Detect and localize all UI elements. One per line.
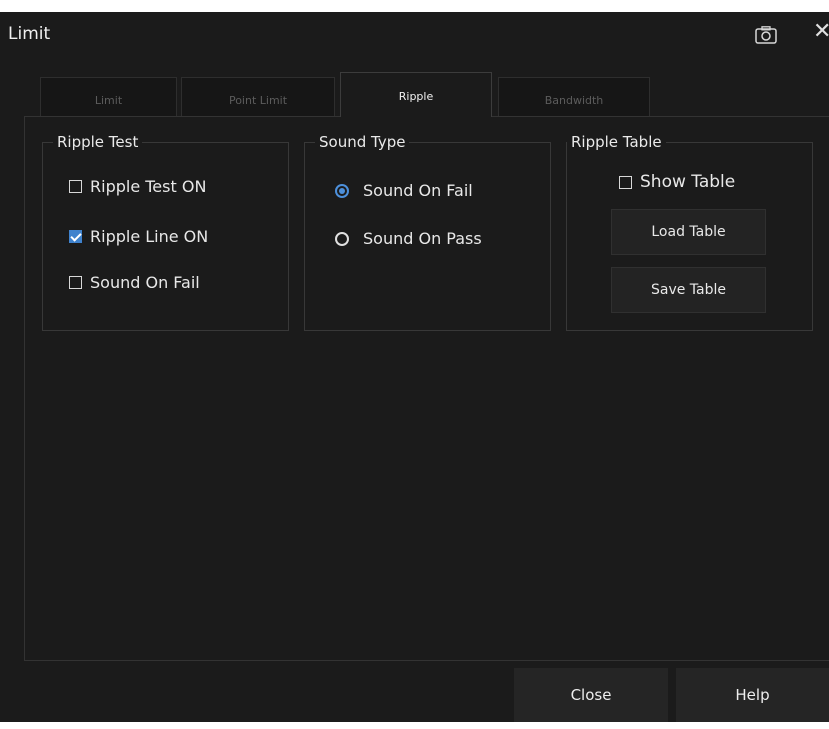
- limit-dialog: Limit ✕ Limit Point Limit Ripple Bandwid…: [0, 12, 829, 722]
- tab-label: Bandwidth: [544, 94, 604, 107]
- checkbox-label: Sound On Fail: [90, 273, 200, 292]
- title-bar: Limit ✕: [0, 12, 829, 58]
- button-label: Save Table: [650, 282, 727, 298]
- ripple-test-group: Ripple Test Ripple Test ON Ripple Line O…: [42, 132, 289, 331]
- radio-label: Sound On Fail: [363, 181, 473, 200]
- window-title: Limit: [8, 24, 51, 44]
- checkbox-box[interactable]: [69, 276, 82, 289]
- button-label: Help: [735, 686, 770, 704]
- sound-type-group: Sound Type Sound On Fail Sound On Pass: [304, 132, 551, 331]
- tab-ripple[interactable]: Ripple: [340, 72, 492, 117]
- checkbox-label: Ripple Line ON: [90, 227, 209, 246]
- checkbox-box[interactable]: [69, 230, 82, 243]
- tab-label: Ripple: [398, 90, 434, 103]
- group-title: Ripple Test: [53, 132, 143, 152]
- load-table-button[interactable]: Load Table: [611, 209, 766, 255]
- radio-button[interactable]: [335, 231, 349, 246]
- ripple-line-on-checkbox[interactable]: Ripple Line ON: [69, 227, 208, 246]
- button-label: Close: [570, 686, 612, 704]
- tab-label: Limit: [94, 94, 123, 107]
- close-button[interactable]: Close: [514, 668, 668, 722]
- close-icon[interactable]: ✕: [813, 21, 829, 43]
- ripple-test-on-checkbox[interactable]: Ripple Test ON: [69, 177, 206, 196]
- checkbox-label: Show Table: [640, 172, 736, 192]
- group-title: Sound Type: [315, 132, 410, 152]
- sound-on-fail-radio[interactable]: Sound On Fail: [335, 181, 473, 200]
- group-title: Ripple Table: [567, 132, 666, 152]
- camera-icon[interactable]: [755, 26, 777, 44]
- save-table-button[interactable]: Save Table: [611, 267, 766, 313]
- button-label: Load Table: [651, 224, 726, 240]
- radio-label: Sound On Pass: [363, 229, 482, 248]
- help-button[interactable]: Help: [676, 668, 829, 722]
- tab-bandwidth[interactable]: Bandwidth: [498, 77, 650, 116]
- radio-button[interactable]: [335, 183, 349, 198]
- checkbox-box[interactable]: [69, 180, 82, 193]
- checkbox-box[interactable]: [619, 175, 632, 189]
- ripple-table-group: Ripple Table Show Table Load Table Save …: [566, 132, 813, 331]
- tab-label: Point Limit: [228, 94, 288, 107]
- show-table-checkbox[interactable]: Show Table: [619, 172, 735, 192]
- tab-point-limit[interactable]: Point Limit: [181, 77, 335, 116]
- sound-on-pass-radio[interactable]: Sound On Pass: [335, 229, 482, 248]
- tab-limit[interactable]: Limit: [40, 77, 177, 116]
- sound-on-fail-checkbox[interactable]: Sound On Fail: [69, 273, 200, 292]
- checkbox-label: Ripple Test ON: [90, 177, 207, 196]
